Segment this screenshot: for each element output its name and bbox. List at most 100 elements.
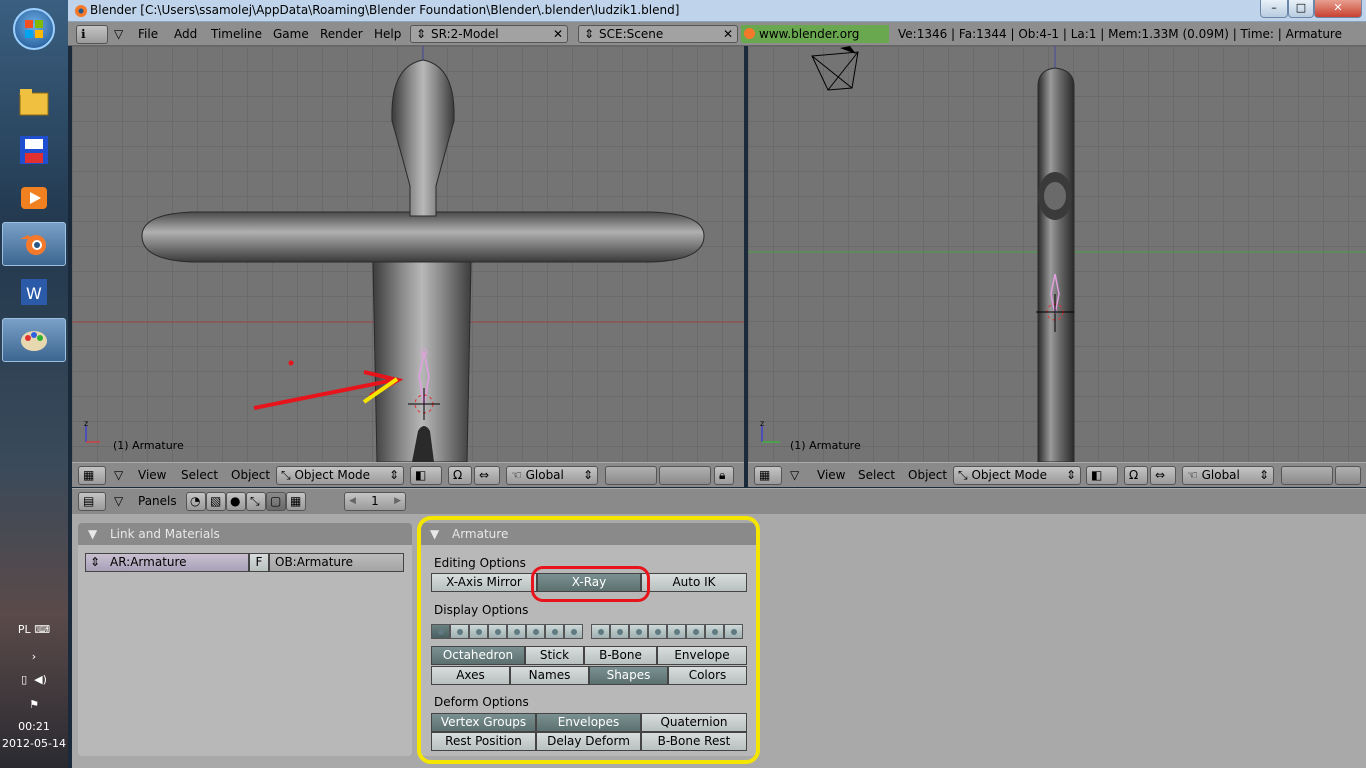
clock-date[interactable]: 2012-05-14 bbox=[0, 737, 68, 750]
bone-layer-toggle[interactable] bbox=[564, 624, 583, 639]
mode-selector[interactable]: ⤡ Object Mode ⇕ bbox=[953, 466, 1081, 485]
media-player-taskbar-button[interactable] bbox=[2, 176, 66, 220]
clock-time[interactable]: 00:21 bbox=[0, 720, 68, 733]
bone-layer-toggle[interactable] bbox=[648, 624, 667, 639]
editor-type-button[interactable]: ▤ bbox=[78, 492, 106, 511]
screen-selector[interactable]: ⇕ SR:2-Model ✕ bbox=[410, 25, 568, 43]
editing-context-button[interactable]: ▢ bbox=[266, 492, 286, 511]
camera-object[interactable] bbox=[811, 46, 859, 91]
octahedron-toggle[interactable]: Octahedron bbox=[431, 646, 525, 665]
menu-game[interactable]: Game bbox=[273, 27, 309, 41]
manipulator-button[interactable]: ⇔ bbox=[1150, 466, 1176, 485]
delete-screen-icon[interactable]: ✕ bbox=[553, 26, 563, 42]
word-taskbar-button[interactable]: W bbox=[2, 270, 66, 314]
language-indicator[interactable]: PL ⌨ bbox=[0, 623, 68, 636]
envelope-toggle[interactable]: Envelope bbox=[657, 646, 747, 665]
x-ray-toggle[interactable]: X-Ray bbox=[537, 573, 641, 592]
pivot-button[interactable]: Ω bbox=[1124, 466, 1148, 485]
collapse-menu-icon[interactable]: ▽ bbox=[114, 468, 123, 482]
editor-type-button[interactable]: ▦ bbox=[754, 466, 782, 485]
menu-file[interactable]: File bbox=[138, 27, 158, 41]
bone-layer-toggle[interactable] bbox=[724, 624, 743, 639]
bone-layer-toggle[interactable] bbox=[450, 624, 469, 639]
b-bone-toggle[interactable]: B-Bone bbox=[584, 646, 657, 665]
editor-type-button[interactable]: ▦ bbox=[78, 466, 106, 485]
select-menu[interactable]: Select bbox=[181, 468, 218, 482]
scene-context-button[interactable]: ▦ bbox=[286, 492, 306, 511]
bone-layer-toggle[interactable] bbox=[469, 624, 488, 639]
object-menu[interactable]: Object bbox=[231, 468, 270, 482]
x-axis-mirror-toggle[interactable]: X-Axis Mirror bbox=[431, 573, 537, 592]
envelopes-toggle[interactable]: Envelopes bbox=[536, 713, 641, 732]
increment-icon[interactable]: ▶ bbox=[394, 493, 401, 510]
pivot-button[interactable]: Ω bbox=[448, 466, 472, 485]
save-taskbar-button[interactable] bbox=[2, 128, 66, 172]
bone-layer-toggle[interactable] bbox=[629, 624, 648, 639]
collapse-menu-icon[interactable]: ▽ bbox=[114, 27, 123, 41]
bone-layer-toggle[interactable] bbox=[507, 624, 526, 639]
paint-taskbar-button[interactable] bbox=[2, 318, 66, 362]
blender-taskbar-button[interactable] bbox=[2, 222, 66, 266]
collapse-menu-icon[interactable]: ▽ bbox=[114, 494, 123, 508]
lock-layer-button[interactable]: 🔒︎ bbox=[714, 466, 734, 485]
bone-layer-toggle[interactable] bbox=[431, 624, 450, 639]
view-menu[interactable]: View bbox=[817, 468, 845, 482]
collapse-triangle-icon[interactable]: ▼ bbox=[430, 523, 439, 545]
select-menu[interactable]: Select bbox=[858, 468, 895, 482]
bone-layer-toggle[interactable] bbox=[705, 624, 724, 639]
bone-layer-toggle[interactable] bbox=[686, 624, 705, 639]
explorer-taskbar-button[interactable] bbox=[2, 80, 66, 124]
draw-type-button[interactable]: ◧ bbox=[410, 466, 442, 485]
script-context-button[interactable]: ▧ bbox=[206, 492, 226, 511]
volume-icon[interactable]: ◀) bbox=[34, 673, 47, 686]
layer-buttons-1[interactable] bbox=[1281, 466, 1333, 485]
menu-add[interactable]: Add bbox=[174, 27, 197, 41]
b-bone-rest-toggle[interactable]: B-Bone Rest bbox=[641, 732, 747, 751]
object-context-button[interactable]: ⤡ bbox=[246, 492, 266, 511]
bone-layer-toggle[interactable] bbox=[591, 624, 610, 639]
shapes-toggle[interactable]: Shapes bbox=[589, 666, 668, 685]
colors-toggle[interactable]: Colors bbox=[668, 666, 747, 685]
rest-position-toggle[interactable]: Rest Position bbox=[431, 732, 536, 751]
orientation-selector[interactable]: ☜ Global ⇕ bbox=[1182, 466, 1274, 485]
bone-layer-toggle[interactable] bbox=[610, 624, 629, 639]
vertex-groups-toggle[interactable]: Vertex Groups bbox=[431, 713, 536, 732]
link-materials-panel-header[interactable]: ▼ Link and Materials bbox=[78, 523, 412, 545]
menu-help[interactable]: Help bbox=[374, 27, 401, 41]
fake-user-button[interactable]: F bbox=[249, 553, 269, 572]
quaternion-toggle[interactable]: Quaternion bbox=[641, 713, 747, 732]
orientation-selector[interactable]: ☜ Global ⇕ bbox=[506, 466, 598, 485]
armature-panel-header[interactable]: ▼ Armature bbox=[420, 523, 756, 545]
delay-deform-toggle[interactable]: Delay Deform bbox=[536, 732, 641, 751]
close-button[interactable]: ✕ bbox=[1314, 0, 1362, 18]
blender-website-link[interactable]: www.blender.org 249.2 bbox=[741, 25, 889, 59]
network-icon[interactable]: ⚑ bbox=[0, 698, 68, 711]
mode-selector[interactable]: ⤡ Object Mode ⇕ bbox=[276, 466, 404, 485]
auto-ik-toggle[interactable]: Auto IK bbox=[641, 573, 747, 592]
logic-context-button[interactable]: ◔ bbox=[186, 492, 206, 511]
tray-expand-icon[interactable]: › bbox=[0, 650, 68, 663]
collapse-triangle-icon[interactable]: ▼ bbox=[88, 523, 97, 545]
layer-buttons-1[interactable] bbox=[605, 466, 657, 485]
frame-number-field[interactable]: ◀ 1 ▶ bbox=[344, 492, 406, 511]
window-type-menu[interactable]: ℹ bbox=[76, 25, 108, 44]
collapse-menu-icon[interactable]: ▽ bbox=[790, 468, 799, 482]
window-titlebar[interactable]: Blender [C:\Users\ssamolej\AppData\Roami… bbox=[68, 0, 1366, 22]
bone-layer-toggle[interactable] bbox=[545, 624, 564, 639]
panels-menu[interactable]: Panels bbox=[138, 494, 177, 508]
menu-timeline[interactable]: Timeline bbox=[211, 27, 262, 41]
axes-toggle[interactable]: Axes bbox=[431, 666, 510, 685]
armature-datablock-field[interactable]: ⇕ AR:Armature bbox=[85, 553, 249, 572]
minimize-button[interactable]: – bbox=[1260, 0, 1288, 18]
object-name-field[interactable]: OB:Armature bbox=[269, 553, 404, 572]
bone-layer-toggle[interactable] bbox=[488, 624, 507, 639]
names-toggle[interactable]: Names bbox=[510, 666, 589, 685]
3d-viewport-side[interactable]: z (1) Armature bbox=[748, 46, 1366, 462]
scene-selector[interactable]: ⇕ SCE:Scene ✕ bbox=[578, 25, 738, 43]
maximize-button[interactable]: □ bbox=[1288, 0, 1314, 18]
decrement-icon[interactable]: ◀ bbox=[349, 493, 356, 510]
bone-layer-toggle[interactable] bbox=[667, 624, 686, 639]
object-menu[interactable]: Object bbox=[908, 468, 947, 482]
battery-icon[interactable]: ▯ bbox=[21, 673, 27, 686]
layer-buttons-2[interactable] bbox=[1335, 466, 1361, 485]
